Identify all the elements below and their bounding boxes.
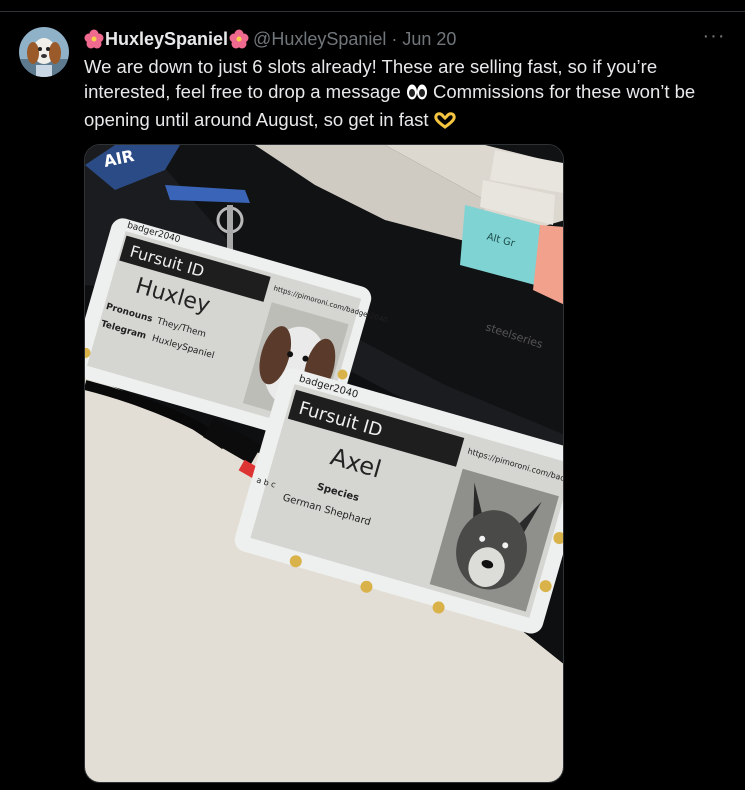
heart-hands-emoji-icon bbox=[434, 110, 456, 135]
eyes-emoji-icon bbox=[406, 82, 428, 107]
hibiscus-icon bbox=[84, 29, 104, 49]
post-photo[interactable]: Alt Gr steelseries AIR badger2040 Fursui… bbox=[84, 144, 564, 783]
hibiscus-icon bbox=[229, 29, 249, 49]
avatar[interactable] bbox=[19, 27, 69, 77]
post-date[interactable]: Jun 20 bbox=[402, 29, 456, 50]
post-header: HuxleySpaniel @HuxleySpaniel · Jun 20 bbox=[84, 28, 456, 50]
post-text: We are down to just 6 slots already! The… bbox=[84, 54, 714, 135]
display-name[interactable]: HuxleySpaniel bbox=[105, 29, 228, 50]
separator-dot: · bbox=[391, 28, 398, 49]
more-options-button[interactable]: ··· bbox=[700, 26, 728, 48]
user-handle[interactable]: @HuxleySpaniel bbox=[253, 29, 386, 50]
top-divider bbox=[0, 11, 745, 12]
